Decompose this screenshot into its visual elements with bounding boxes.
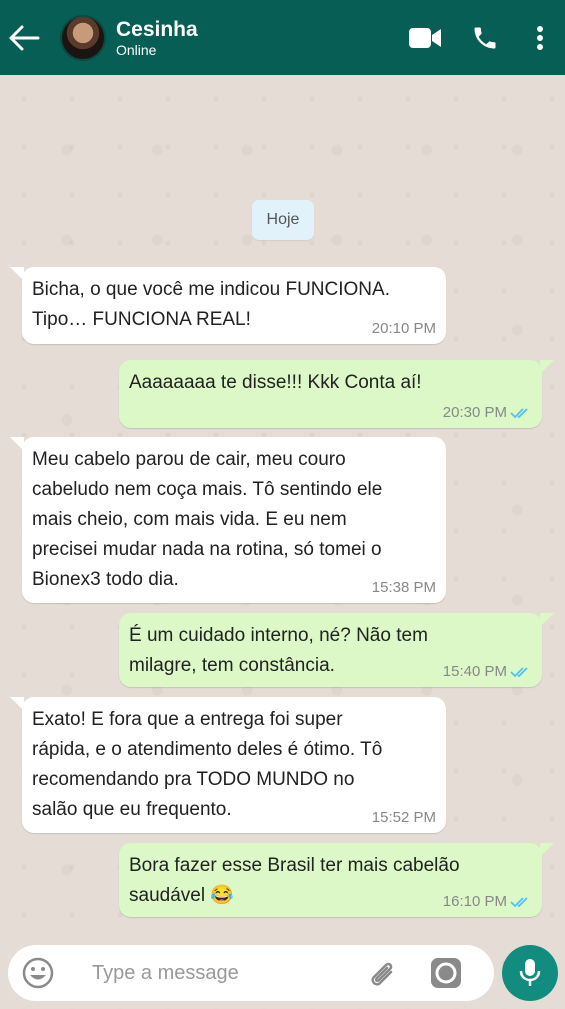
message-text: Aaaaaaaa te disse!!! Kkk Conta aí! — [129, 372, 422, 393]
message-incoming[interactable]: Bicha, o que você me indicou FUNCIONA. T… — [10, 267, 446, 344]
message-meta: 15:40 PM — [443, 663, 532, 681]
message-incoming[interactable]: Meu cabelo parou de cair, meu couro cabe… — [10, 437, 446, 603]
message-meta: 16:10 PM — [443, 893, 532, 911]
back-arrow-icon — [9, 25, 40, 50]
video-call-button[interactable] — [395, 8, 455, 68]
camera-icon — [431, 958, 461, 988]
phone-icon — [474, 27, 496, 48]
header-actions — [395, 0, 565, 75]
contact-name: Cesinha — [116, 17, 198, 41]
contact-status: Online — [116, 41, 157, 58]
message-input[interactable] — [92, 953, 342, 993]
read-ticks-icon — [510, 408, 528, 419]
message-outgoing[interactable]: Aaaaaaaa te disse!!! Kkk Conta aí! 20:30… — [119, 360, 554, 428]
contact-info[interactable]: Cesinha Online — [116, 18, 198, 58]
message-meta: 20:10 PM — [372, 320, 436, 338]
message-meta: 15:38 PM — [372, 579, 436, 597]
message-meta: 15:52 PM — [372, 809, 436, 827]
message-time: 15:38 PM — [371, 579, 436, 596]
message-time: 15:52 PM — [371, 809, 436, 826]
message-outgoing[interactable]: É um cuidado interno, né? Não tem milagr… — [119, 613, 554, 687]
message-text: Meu cabelo parou de cair, meu couro cabe… — [32, 449, 383, 590]
message-text: Exato! E fora que a entrega foi super rá… — [32, 709, 383, 820]
read-ticks-icon — [510, 667, 528, 678]
date-divider: Hoje — [252, 200, 314, 240]
avatar[interactable] — [60, 14, 106, 61]
voice-record-button[interactable] — [502, 945, 558, 1001]
message-outgoing[interactable]: Bora fazer esse Brasil ter mais cabelão … — [119, 843, 554, 917]
emoji-button[interactable] — [14, 949, 62, 997]
more-options-button[interactable] — [515, 8, 565, 68]
message-meta: 20:30 PM — [443, 404, 532, 422]
read-ticks-icon — [510, 897, 528, 908]
video-call-icon — [409, 27, 441, 48]
attach-button[interactable] — [360, 951, 404, 995]
chat-header: Cesinha Online — [0, 0, 565, 75]
more-options-icon — [537, 25, 543, 50]
chat-area[interactable]: Hoje Bicha, o que você me indicou FUNCIO… — [0, 75, 565, 1009]
message-time: 16:10 PM — [442, 893, 507, 910]
message-time: 20:10 PM — [371, 320, 436, 337]
mic-icon — [519, 959, 541, 986]
back-button[interactable] — [0, 0, 52, 75]
message-time: 15:40 PM — [442, 663, 507, 680]
emoji-icon — [22, 957, 54, 989]
message-incoming[interactable]: Exato! E fora que a entrega foi super rá… — [10, 697, 446, 833]
message-time: 20:30 PM — [442, 404, 507, 421]
message-composer — [8, 945, 494, 1001]
attach-icon — [371, 962, 393, 986]
voice-call-button[interactable] — [455, 8, 515, 68]
camera-button[interactable] — [424, 951, 468, 995]
